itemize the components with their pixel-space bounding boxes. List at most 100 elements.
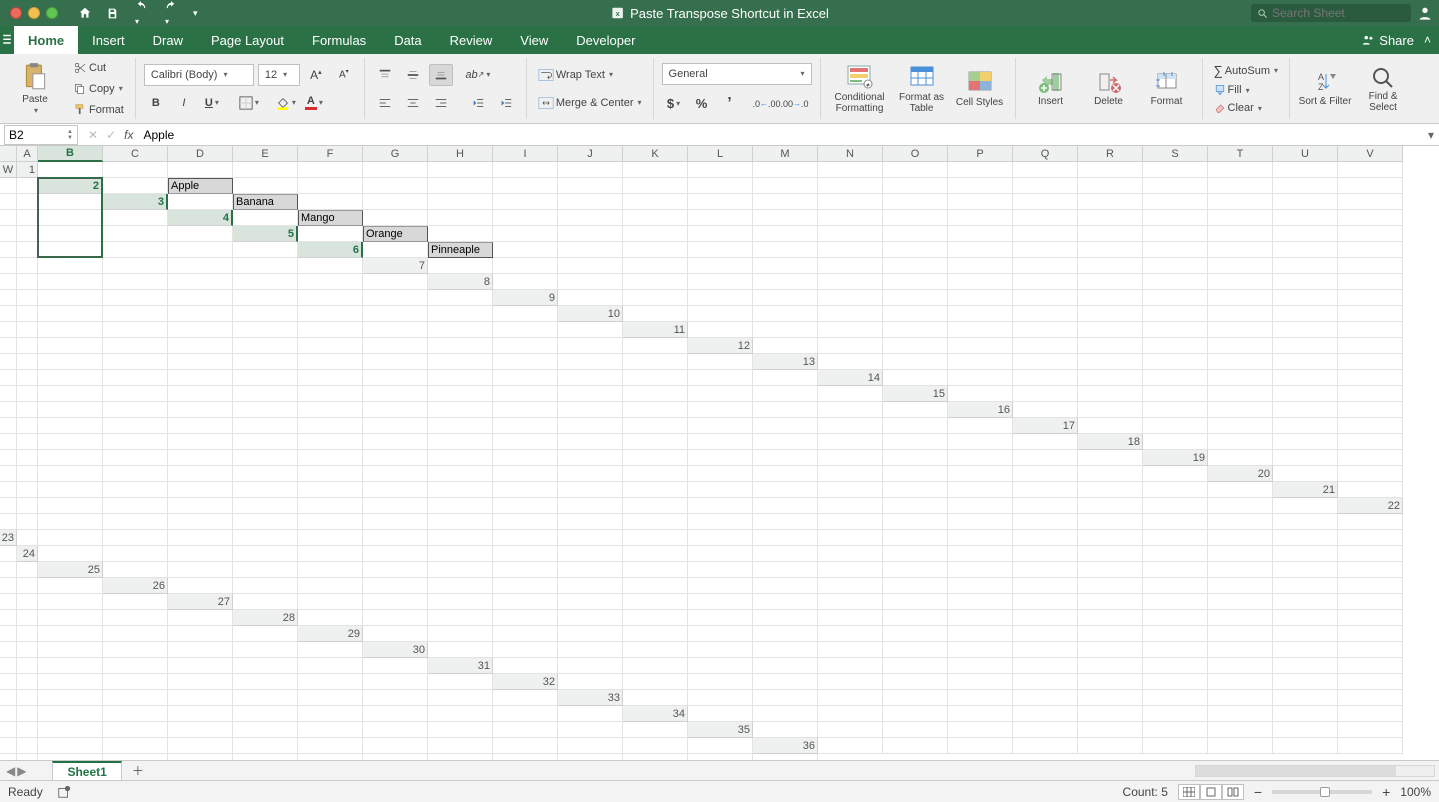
- cell[interactable]: [688, 594, 753, 610]
- cell[interactable]: [1013, 722, 1078, 738]
- cell[interactable]: [883, 434, 948, 450]
- cell[interactable]: [1338, 418, 1403, 434]
- cell[interactable]: [0, 274, 17, 290]
- cell[interactable]: [818, 658, 883, 674]
- row-header[interactable]: 22: [1338, 498, 1403, 514]
- cell[interactable]: [363, 674, 428, 690]
- cell[interactable]: [298, 434, 363, 450]
- cell[interactable]: [298, 194, 363, 210]
- cell[interactable]: [1143, 626, 1208, 642]
- cell[interactable]: [103, 162, 168, 178]
- increase-decimal-button[interactable]: .0←.00: [755, 93, 779, 115]
- copy-button[interactable]: Copy ▾: [70, 80, 127, 98]
- cell[interactable]: [883, 530, 948, 546]
- cell[interactable]: [363, 370, 428, 386]
- cell[interactable]: [1013, 258, 1078, 274]
- cell[interactable]: [883, 418, 948, 434]
- row-header[interactable]: 5: [233, 226, 298, 242]
- cell[interactable]: [1208, 418, 1273, 434]
- cell[interactable]: [493, 210, 558, 226]
- cell[interactable]: [1143, 642, 1208, 658]
- cell[interactable]: [1013, 642, 1078, 658]
- cell[interactable]: [1013, 466, 1078, 482]
- cell[interactable]: [298, 322, 363, 338]
- cell[interactable]: [558, 514, 623, 530]
- collapse-ribbon-icon[interactable]: ˄: [1424, 33, 1431, 47]
- cell[interactable]: [1273, 722, 1338, 738]
- cell[interactable]: [688, 322, 753, 338]
- cell[interactable]: [233, 434, 298, 450]
- cell[interactable]: [1013, 690, 1078, 706]
- cell[interactable]: [818, 626, 883, 642]
- cell[interactable]: [493, 466, 558, 482]
- cell[interactable]: [558, 658, 623, 674]
- cell[interactable]: [493, 402, 558, 418]
- cell[interactable]: [753, 626, 818, 642]
- cell[interactable]: Mango: [298, 210, 363, 226]
- row-header[interactable]: 4: [168, 210, 233, 226]
- cell[interactable]: [1273, 450, 1338, 466]
- cell[interactable]: [1143, 594, 1208, 610]
- cell[interactable]: [298, 594, 363, 610]
- cell[interactable]: [1078, 706, 1143, 722]
- cell[interactable]: [948, 626, 1013, 642]
- cell[interactable]: [753, 418, 818, 434]
- cell[interactable]: [558, 706, 623, 722]
- cell[interactable]: [38, 354, 103, 370]
- cell[interactable]: [688, 194, 753, 210]
- cell[interactable]: [558, 530, 623, 546]
- cell[interactable]: [1273, 658, 1338, 674]
- row-header[interactable]: 6: [298, 242, 363, 258]
- cell[interactable]: [623, 722, 688, 738]
- insert-cells-button[interactable]: Insert: [1024, 70, 1078, 107]
- cell[interactable]: [363, 706, 428, 722]
- cell[interactable]: [558, 338, 623, 354]
- cell[interactable]: [623, 242, 688, 258]
- cell[interactable]: [233, 290, 298, 306]
- cell[interactable]: [38, 610, 103, 626]
- cell[interactable]: [948, 274, 1013, 290]
- cell[interactable]: [883, 338, 948, 354]
- cell[interactable]: [558, 466, 623, 482]
- cell[interactable]: [623, 194, 688, 210]
- enter-formula-icon[interactable]: ✓: [106, 128, 116, 142]
- cell[interactable]: [1143, 562, 1208, 578]
- cell[interactable]: [38, 258, 103, 274]
- view-page-break-button[interactable]: [1222, 784, 1244, 800]
- cell[interactable]: [1208, 306, 1273, 322]
- cell[interactable]: [688, 530, 753, 546]
- cell[interactable]: [1143, 194, 1208, 210]
- number-format-combo[interactable]: General▾: [662, 63, 812, 85]
- cell[interactable]: [623, 258, 688, 274]
- formula-input[interactable]: [139, 125, 1423, 145]
- cell[interactable]: [1338, 626, 1403, 642]
- cell[interactable]: [363, 338, 428, 354]
- cell[interactable]: [103, 466, 168, 482]
- cell[interactable]: [428, 338, 493, 354]
- cell[interactable]: [948, 258, 1013, 274]
- cell[interactable]: [948, 658, 1013, 674]
- cell[interactable]: [753, 610, 818, 626]
- cell[interactable]: [688, 690, 753, 706]
- cell[interactable]: [753, 322, 818, 338]
- cell[interactable]: [1338, 482, 1403, 498]
- cell[interactable]: [1208, 338, 1273, 354]
- cell[interactable]: [168, 658, 233, 674]
- cell[interactable]: [0, 258, 17, 274]
- cell[interactable]: [1143, 434, 1208, 450]
- cell[interactable]: [1078, 482, 1143, 498]
- row-header[interactable]: 17: [1013, 418, 1078, 434]
- sort-filter-button[interactable]: AZ Sort & Filter: [1298, 70, 1352, 107]
- cell[interactable]: [103, 386, 168, 402]
- cell[interactable]: [948, 210, 1013, 226]
- spreadsheet-grid[interactable]: ABCDEFGHIJKLMNOPQRSTUVW12Apple3Banana4Ma…: [0, 146, 1439, 760]
- cell[interactable]: [688, 418, 753, 434]
- cell[interactable]: [17, 690, 38, 706]
- cell[interactable]: [1208, 242, 1273, 258]
- cell[interactable]: [883, 290, 948, 306]
- cell[interactable]: [168, 274, 233, 290]
- cell[interactable]: [948, 546, 1013, 562]
- column-header[interactable]: R: [1078, 146, 1143, 162]
- cell[interactable]: [363, 690, 428, 706]
- cell[interactable]: [688, 450, 753, 466]
